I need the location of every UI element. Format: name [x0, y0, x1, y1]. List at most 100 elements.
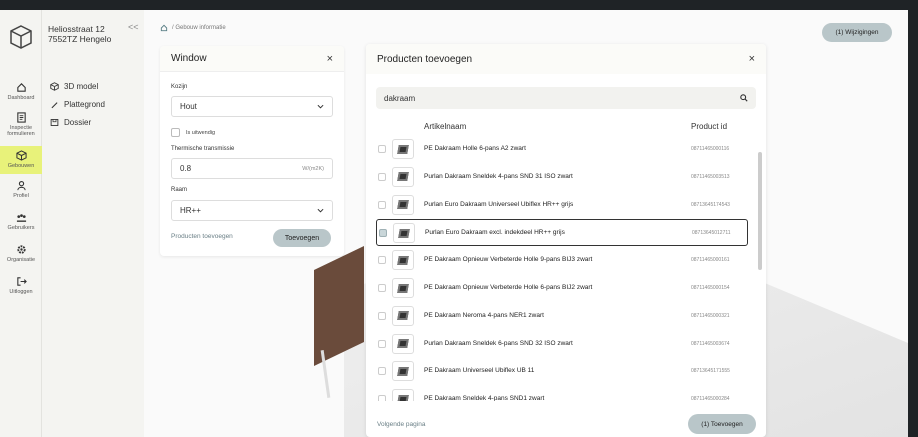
home-icon[interactable]: [160, 24, 168, 32]
products-modal: Producten toevoegen × dakraam Artikelnaa…: [366, 44, 766, 437]
product-name: PE Dakraam Sneldek 4-pans SND1 zwart: [424, 395, 545, 401]
row-checkbox[interactable]: [379, 229, 387, 238]
row-checkbox[interactable]: [378, 367, 386, 376]
product-name: PE Dakraam Holle 6-pans A2 zwart: [424, 145, 526, 152]
product-search-input[interactable]: dakraam: [376, 87, 756, 109]
raam-value: HR++: [180, 206, 201, 215]
col-header-name: Artikelnaam: [424, 122, 467, 131]
close-icon[interactable]: ×: [749, 53, 755, 65]
products-modal-header: Producten toevoegen ×: [366, 44, 766, 74]
window-product-icon: [392, 250, 414, 271]
rail-item-dashboard[interactable]: Dashboard: [0, 82, 42, 104]
building-sidebar: Heliosstraat 12 7552TZ Hengelo << 3D mod…: [42, 10, 144, 437]
collapse-sidebar-icon[interactable]: <<: [128, 22, 139, 32]
row-checkbox[interactable]: [378, 395, 386, 401]
table-row[interactable]: Purlan Dakraam Sneldek 6-pans SND 32 ISO…: [376, 331, 748, 358]
rail-label: Organisatie: [6, 257, 36, 263]
logout-icon: [16, 277, 27, 286]
add-button[interactable]: Toevoegen: [273, 229, 331, 247]
product-id: 08713645174543: [691, 201, 730, 208]
rail-label: Gebruikers: [7, 225, 35, 231]
window-product-icon: [392, 194, 414, 215]
rail-item-gebouwen[interactable]: Gebouwen: [0, 146, 42, 174]
breadcrumb-text[interactable]: / Gebouw informatie: [172, 25, 226, 31]
chevron-down-icon: [317, 104, 324, 109]
window-product-icon: [392, 166, 414, 187]
window-product-icon: [392, 305, 414, 326]
window-product-icon: [393, 223, 415, 244]
rail-item-organisatie[interactable]: Organisatie: [0, 244, 42, 266]
product-id: 08711465000284: [691, 396, 730, 401]
row-checkbox[interactable]: [378, 311, 386, 320]
row-checkbox[interactable]: [378, 284, 386, 292]
cube-icon: [50, 82, 59, 91]
search-icon[interactable]: [740, 94, 748, 102]
product-id: 08711465000116: [691, 146, 730, 152]
table-row[interactable]: Purlan Dakraam Sneldek 4-pans SND 31 ISO…: [376, 164, 748, 191]
rail-item-profiel[interactable]: Profiel: [0, 180, 42, 202]
main-area: / Gebouw informatie (1) Wijzigingen Wind…: [144, 10, 908, 437]
product-id: 08713645171555: [691, 368, 730, 375]
table-row[interactable]: PE Dakraam Opnieuw Verbeterde Holle 6-pa…: [376, 275, 748, 302]
window-product-icon: [392, 361, 414, 382]
product-id: 08711465000161: [691, 257, 730, 264]
rail-label: Profiel: [13, 193, 29, 199]
product-id: 08713645012711: [692, 230, 731, 237]
table-row[interactable]: PE Dakraam Neroma 4-pans NER1 zwart 08711…: [376, 303, 748, 330]
breadcrumb: / Gebouw informatie: [160, 24, 226, 32]
scrollbar[interactable]: [758, 152, 762, 270]
row-checkbox[interactable]: [378, 145, 386, 153]
cube-icon: [15, 150, 27, 161]
raam-label: Raam: [171, 187, 188, 193]
rail-item-gebruikers[interactable]: Gebruikers: [0, 212, 42, 234]
row-checkbox[interactable]: [378, 256, 386, 265]
window-product-icon: [392, 389, 414, 401]
form-icon: [16, 112, 26, 123]
changes-button[interactable]: (1) Wijzigingen: [822, 23, 892, 42]
rail-item-uitloggen[interactable]: Uitloggen: [0, 276, 42, 298]
row-checkbox[interactable]: [378, 339, 386, 348]
row-checkbox[interactable]: [378, 200, 386, 209]
window-panel-title: Window: [171, 53, 207, 64]
table-row[interactable]: Purlan Euro Dakraam excl. indekdeel HR++…: [376, 219, 748, 247]
pen-icon: [51, 102, 58, 109]
rail-item-inspectie[interactable]: Inspectie formulieren: [0, 112, 42, 140]
home-icon: [16, 83, 26, 92]
table-row[interactable]: PE Dakraam Sneldek 4-pans SND1 zwart 0871…: [376, 386, 748, 401]
raam-select[interactable]: HR++: [171, 200, 333, 221]
product-name: PE Dakraam Opnieuw Verbeterde Holle 6-pa…: [424, 284, 593, 291]
add-products-button[interactable]: (1) Toevoegen: [688, 414, 756, 434]
menu-item-dossier[interactable]: Dossier: [50, 118, 91, 127]
gear-icon: [16, 245, 26, 254]
menu-item-3d-model[interactable]: 3D model: [50, 82, 98, 91]
uitwendig-label: Is uitwendig: [186, 130, 216, 136]
menu-item-plattegrond[interactable]: Plattegrond: [50, 100, 105, 109]
window-product-icon: [392, 278, 414, 298]
products-link[interactable]: Producten toevoegen: [171, 233, 233, 240]
table-row[interactable]: PE Dakraam Holle 6-pans A2 zwart 08711465…: [376, 136, 748, 163]
users-icon: [16, 214, 26, 222]
table-row[interactable]: PE Dakraam Universeel Ubiflex UB 11 08713…: [376, 358, 748, 385]
product-name: Purlan Euro Dakraam excl. indekdeel HR++…: [425, 229, 565, 237]
product-name: Purlan Euro Dakraam Universeel Ubiflex H…: [424, 200, 574, 208]
chevron-down-icon: [317, 208, 324, 213]
row-checkbox[interactable]: [378, 172, 386, 181]
product-name: PE Dakraam Universeel Ubiflex UB 11: [424, 367, 535, 375]
product-name: PE Dakraam Neroma 4-pans NER1 zwart: [424, 311, 544, 319]
table-row[interactable]: PE Dakraam Opnieuw Verbeterde Holle 9-pa…: [376, 247, 748, 274]
building-address: Heliosstraat 12 7552TZ Hengelo: [48, 24, 111, 44]
rail-label: Gebouwen: [7, 163, 35, 169]
close-icon[interactable]: ×: [327, 53, 333, 65]
menu-label: Plattegrond: [64, 100, 105, 109]
product-id: 08711465003674: [691, 340, 730, 347]
product-list: PE Dakraam Holle 6-pans A2 zwart 08711465…: [366, 136, 766, 401]
kozijn-select[interactable]: Hout: [171, 96, 333, 117]
next-page-link[interactable]: Volgende pagina: [377, 421, 425, 428]
product-id: 08711465003513: [691, 173, 730, 180]
window-panel-header: Window ×: [160, 46, 344, 72]
window-panel: Window × Kozijn Hout Is uitwendig Thermi…: [160, 46, 344, 256]
table-row[interactable]: Purlan Euro Dakraam Universeel Ubiflex H…: [376, 192, 748, 219]
uitwendig-checkbox[interactable]: [171, 128, 180, 137]
kozijn-value: Hout: [180, 102, 197, 111]
thermal-input[interactable]: 0.8 W/(m2K): [171, 158, 333, 179]
